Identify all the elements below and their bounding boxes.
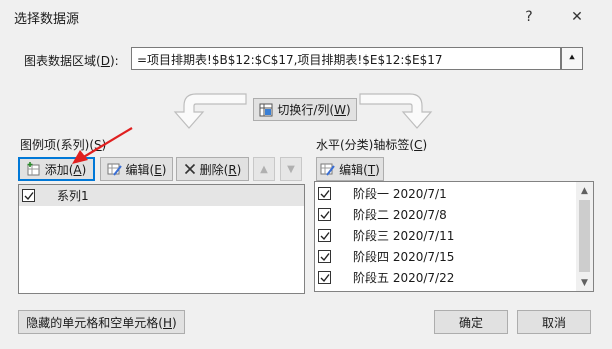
hidden-empty-cells-button[interactable]: 隐藏的单元格和空单元格(H) (18, 310, 185, 334)
help-button[interactable]: ? (514, 4, 544, 30)
checkmark-icon (24, 191, 34, 200)
add-table-icon (27, 162, 40, 176)
edit-axis-labels-button[interactable]: 编辑(T) (316, 157, 384, 181)
ok-label: 确定 (458, 315, 483, 330)
move-down-icon: ▼ (287, 163, 295, 175)
data-range-input[interactable]: =项目排期表!$B$12:$C$17,项目排期表!$E$12:$E$17 (131, 47, 561, 70)
axis-labels-list[interactable]: 阶段一 2020/7/1 阶段二 2020/7/8 阶段三 2020/7/11 … (314, 181, 594, 292)
axis-label-text: 阶段一 2020/7/1 (353, 187, 447, 201)
swap-left-arrow-icon (173, 93, 247, 129)
cancel-label: 取消 (541, 315, 566, 330)
delete-x-icon (184, 163, 195, 175)
scroll-up-button[interactable]: ▲ (576, 182, 593, 199)
dialog-title: 选择数据源 (14, 12, 80, 27)
delete-series-button[interactable]: 删除(R) (176, 157, 249, 181)
close-button[interactable]: ✕ (562, 4, 592, 30)
help-icon: ? (525, 9, 533, 25)
annotation-arrow-icon (72, 127, 133, 164)
series-list[interactable]: 系列1 (18, 184, 305, 294)
checkmark-icon (320, 273, 330, 282)
list-item[interactable]: 阶段二 2020/7/8 (315, 204, 575, 225)
switch-row-column-label: 切换行/列(W) (277, 103, 351, 117)
list-item[interactable]: 阶段五 2020/7/22 (315, 267, 575, 288)
move-up-button[interactable]: ▲ (253, 157, 275, 181)
axis-labels-heading: 水平(分类)轴标签(C) (316, 138, 428, 152)
axis-label-checkbox[interactable] (318, 208, 331, 221)
series-checkbox[interactable] (22, 189, 35, 202)
move-down-button[interactable]: ▼ (280, 157, 302, 181)
checkmark-icon (320, 252, 330, 261)
collapse-dialog-button[interactable]: ⯅ (561, 47, 583, 70)
checkmark-icon (320, 189, 330, 198)
checkmark-icon (320, 231, 330, 240)
close-icon: ✕ (571, 9, 583, 25)
scroll-thumb[interactable] (579, 200, 590, 272)
edit-axis-labels-label: 编辑(T) (339, 162, 380, 177)
swap-right-arrow-icon (359, 93, 433, 129)
data-range-value: =项目排期表!$B$12:$C$17,项目排期表!$E$12:$E$17 (137, 53, 443, 67)
switch-row-column-button[interactable]: 切换行/列(W) (253, 98, 357, 121)
axis-label-text: 阶段二 2020/7/8 (353, 208, 447, 222)
series-label: 系列1 (57, 189, 89, 203)
checkmark-icon (320, 210, 330, 219)
cancel-button[interactable]: 取消 (517, 310, 591, 334)
axis-label-checkbox[interactable] (318, 229, 331, 242)
axis-label-checkbox[interactable] (318, 187, 331, 200)
hidden-empty-cells-label: 隐藏的单元格和空单元格(H) (26, 315, 177, 330)
axis-labels-scrollbar[interactable]: ▲ ▼ (576, 182, 593, 291)
list-item[interactable]: 阶段四 2020/7/15 (315, 246, 575, 267)
data-range-label: 图表数据区域(D): (24, 54, 119, 68)
list-item[interactable]: 阶段一 2020/7/1 (315, 183, 575, 204)
switch-row-column-icon (259, 103, 273, 116)
collapse-icon: ⯅ (568, 53, 576, 64)
axis-label-text: 阶段五 2020/7/22 (353, 271, 455, 285)
ok-button[interactable]: 确定 (434, 310, 508, 334)
edit-table-icon (320, 163, 335, 176)
axis-label-text: 阶段三 2020/7/11 (353, 229, 455, 243)
axis-label-checkbox[interactable] (318, 250, 331, 263)
axis-label-text: 阶段四 2020/7/15 (353, 250, 455, 264)
delete-series-label: 删除(R) (199, 162, 242, 177)
list-item[interactable]: 阶段三 2020/7/11 (315, 225, 575, 246)
scroll-down-button[interactable]: ▼ (576, 274, 593, 291)
scroll-down-icon: ▼ (581, 277, 588, 288)
scroll-up-icon: ▲ (581, 185, 588, 196)
move-up-icon: ▲ (260, 163, 268, 175)
list-item[interactable]: 系列1 (19, 185, 304, 206)
axis-label-checkbox[interactable] (318, 271, 331, 284)
